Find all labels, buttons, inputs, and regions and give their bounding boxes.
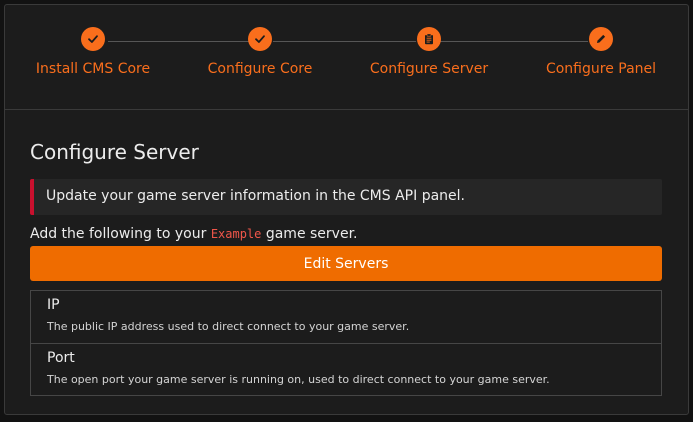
- clipboard-icon: [425, 33, 433, 45]
- field-name: IP: [47, 297, 60, 313]
- info-alert: Update your game server information in t…: [30, 179, 662, 215]
- field-name: Port: [47, 350, 75, 366]
- check-icon: [255, 35, 265, 43]
- server-name-code: Example: [210, 227, 262, 241]
- server-fields-list: IP The public IP address used to direct …: [30, 290, 662, 396]
- field-port: Port The open port your game server is r…: [31, 343, 661, 395]
- field-description: The public IP address used to direct con…: [47, 320, 410, 333]
- setup-panel: Install CMS Core Configure Core Configur…: [4, 4, 689, 415]
- pencil-icon: [597, 34, 606, 43]
- step-status-circle: [81, 27, 105, 51]
- field-description: The open port your game server is runnin…: [47, 373, 550, 386]
- instruction-prefix: Add the following to your: [30, 226, 207, 242]
- edit-servers-button[interactable]: Edit Servers: [30, 246, 662, 281]
- step-label: Configure Panel: [545, 61, 657, 77]
- step-label: Configure Core: [207, 61, 313, 77]
- step-label: Configure Server: [369, 61, 489, 77]
- step-status-circle: [248, 27, 272, 51]
- setup-stepper: Install CMS Core Configure Core Configur…: [5, 5, 688, 110]
- step-status-circle: [417, 27, 441, 51]
- field-ip: IP The public IP address used to direct …: [31, 291, 661, 343]
- page-title: Configure Server: [30, 140, 199, 164]
- instruction-text: Add the following to your Example game s…: [30, 226, 358, 242]
- step-configure-core[interactable]: Configure Core: [180, 27, 340, 77]
- step-install-cms-core[interactable]: Install CMS Core: [13, 27, 173, 77]
- step-label: Install CMS Core: [35, 61, 151, 77]
- step-configure-server[interactable]: Configure Server: [349, 27, 509, 77]
- alert-text: Update your game server information in t…: [46, 188, 465, 204]
- instruction-suffix: game server.: [265, 226, 358, 242]
- check-icon: [88, 35, 98, 43]
- step-configure-panel[interactable]: Configure Panel: [521, 27, 681, 77]
- step-status-circle: [589, 27, 613, 51]
